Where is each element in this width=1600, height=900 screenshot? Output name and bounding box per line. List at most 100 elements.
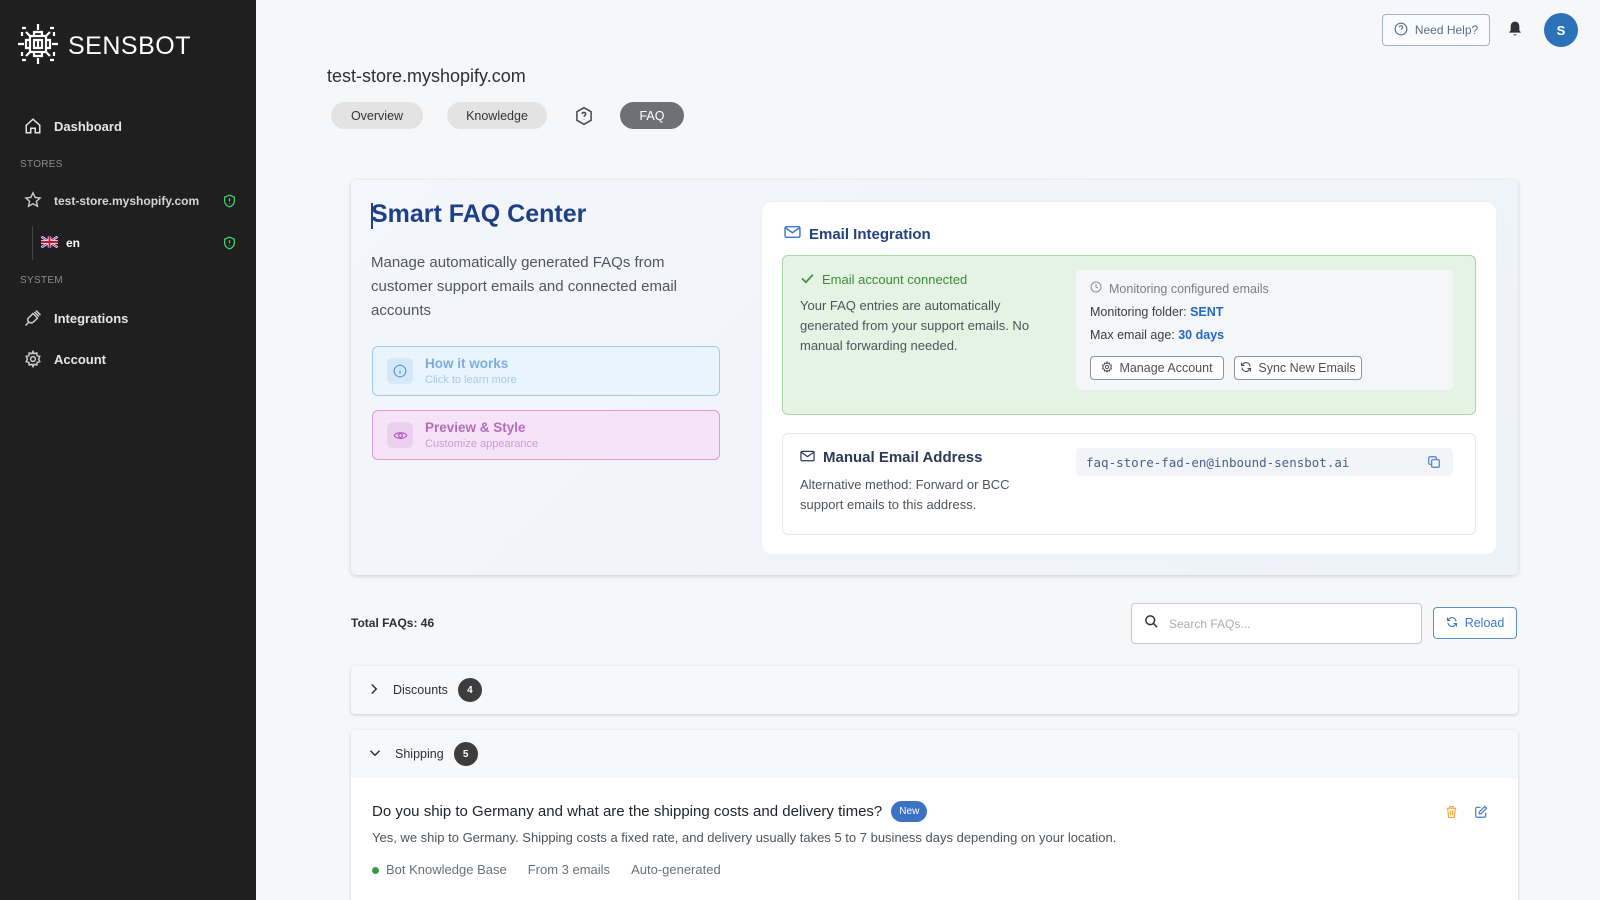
faq-origin: Auto-generated	[631, 862, 721, 877]
sensbot-logo-icon	[16, 22, 60, 71]
total-faqs: Total FAQs: 46	[351, 616, 435, 630]
sidebar-store-label: test-store.myshopify.com	[54, 194, 200, 208]
how-it-works-title: How it works	[425, 356, 509, 371]
how-it-works-button[interactable]: How it works Click to learn more	[372, 346, 720, 396]
manual-email-title: Manual Email Address	[823, 449, 983, 466]
faq-center-description: Manage automatically generated FAQs from…	[371, 254, 677, 319]
edit-icon[interactable]	[1474, 805, 1488, 824]
search-icon	[1144, 614, 1159, 634]
help-circle-icon	[1394, 22, 1408, 39]
sidebar-item-store[interactable]: test-store.myshopify.com	[24, 188, 236, 214]
sync-new-emails-button[interactable]: Sync New Emails	[1234, 356, 1362, 380]
monitoring-header: Monitoring configured emails	[1090, 281, 1269, 296]
faq-group-name: Shipping	[395, 747, 444, 761]
search-input[interactable]	[1169, 616, 1399, 631]
faq-group-count: 4	[457, 678, 482, 702]
nav-dashboard[interactable]: Dashboard	[24, 112, 240, 140]
home-icon	[24, 117, 42, 135]
trash-icon[interactable]	[1445, 805, 1458, 824]
sync-new-emails-label: Sync New Emails	[1258, 361, 1356, 375]
faq-group-header-discounts[interactable]: Discounts 4	[369, 678, 482, 702]
nav-integrations[interactable]: Integrations	[24, 304, 240, 332]
avatar[interactable]: S	[1544, 13, 1578, 47]
shield-check-icon	[223, 236, 236, 253]
faq-group-discounts: Discounts 4	[351, 666, 1518, 714]
faq-source: Bot Knowledge Base	[372, 862, 507, 877]
preview-style-button[interactable]: Preview & Style Customize appearance	[372, 410, 720, 460]
sidebar-language-label: en	[66, 236, 81, 250]
chevron-right-icon	[369, 683, 379, 698]
inbound-email-address[interactable]: faq-store-fad-en@inbound-sensbot.ai	[1076, 448, 1453, 476]
clock-icon	[1090, 281, 1102, 296]
faq-source-label: Bot Knowledge Base	[386, 862, 507, 877]
copy-icon[interactable]	[1427, 455, 1441, 474]
preview-style-title: Preview & Style	[425, 420, 526, 435]
connected-status: Email account connected	[801, 272, 967, 287]
email-integration-title: Email Integration	[809, 225, 931, 243]
manual-email-header: Manual Email Address	[800, 449, 983, 466]
faq-question-text: Do you ship to Germany and what are the …	[372, 803, 883, 820]
mail-icon	[784, 225, 801, 243]
faq-question: Do you ship to Germany and what are the …	[372, 801, 928, 822]
refresh-icon	[1240, 361, 1252, 376]
preview-style-subtitle: Customize appearance	[425, 438, 539, 450]
logo-text: SENSBOT	[68, 32, 191, 60]
refresh-icon	[1446, 616, 1458, 631]
faq-group-header-bg	[351, 730, 1518, 778]
manage-account-button[interactable]: Manage Account	[1090, 356, 1224, 380]
uk-flag-icon	[40, 234, 59, 251]
monitoring-head-label: Monitoring configured emails	[1109, 281, 1269, 296]
nav-account[interactable]: Account	[24, 345, 240, 373]
tree-line	[32, 226, 33, 260]
monitoring-folder: Monitoring folder: SENT	[1090, 305, 1223, 319]
nav-integrations-label: Integrations	[54, 310, 129, 326]
check-icon	[801, 272, 814, 287]
age-label: Max email age:	[1090, 328, 1179, 342]
star-icon	[24, 190, 42, 212]
new-badge: New	[891, 801, 928, 822]
eye-icon	[387, 422, 413, 448]
folder-value: SENT	[1190, 305, 1224, 319]
need-help-label: Need Help?	[1414, 23, 1479, 37]
sidebar-item-language-en[interactable]: en	[40, 230, 236, 256]
faq-center-title: Smart FAQ Center	[371, 200, 587, 228]
shield-check-icon	[223, 194, 236, 211]
folder-label: Monitoring folder:	[1090, 305, 1191, 319]
reload-button[interactable]: Reload	[1433, 607, 1517, 639]
logo[interactable]: SENSBOT	[16, 22, 191, 71]
plug-icon	[24, 309, 42, 327]
status-dot	[372, 867, 379, 875]
tab-knowledge[interactable]: Knowledge	[447, 102, 547, 129]
faq-group-name: Discounts	[393, 683, 448, 697]
reload-label: Reload	[1464, 616, 1505, 630]
stores-section-label: STORES	[20, 159, 63, 170]
need-help-button[interactable]: Need Help?	[1382, 14, 1490, 46]
tab-overview[interactable]: Overview	[331, 102, 423, 129]
mail-icon	[800, 449, 815, 466]
faq-meta: Bot Knowledge Base From 3 emails Auto-ge…	[372, 862, 721, 877]
nav-account-label: Account	[54, 351, 106, 367]
connected-title: Email account connected	[822, 272, 968, 287]
connected-description: Your FAQ entries are automatically gener…	[800, 298, 1030, 353]
bell-icon[interactable]	[1507, 20, 1523, 43]
faq-answer: Yes, we ship to Germany. Shipping costs …	[372, 830, 1117, 845]
how-it-works-subtitle: Click to learn more	[425, 374, 517, 386]
page-title: test-store.myshopify.com	[327, 66, 526, 86]
search-box[interactable]	[1131, 603, 1422, 644]
sidebar: SENSBOT Dashboard STORES test-store.mysh…	[0, 0, 256, 900]
info-icon	[387, 358, 413, 384]
chevron-down-icon	[369, 747, 381, 761]
gear-icon	[1101, 360, 1113, 376]
faq-group-count: 5	[453, 742, 478, 766]
faq-group-header-shipping[interactable]: Shipping 5	[369, 742, 478, 766]
nav-dashboard-label: Dashboard	[54, 118, 122, 134]
system-section-label: SYSTEM	[20, 275, 63, 286]
manual-email-description: Alternative method: Forward or BCC suppo…	[800, 477, 1010, 512]
manage-account-label: Manage Account	[1119, 361, 1213, 375]
faq-email-count: From 3 emails	[527, 862, 611, 877]
tab-faq[interactable]: FAQ	[620, 102, 684, 129]
age-value: 30 days	[1178, 328, 1225, 342]
gear-icon	[24, 350, 42, 368]
shield-question-icon[interactable]	[574, 106, 594, 131]
email-integration-header: Email Integration	[784, 225, 931, 243]
